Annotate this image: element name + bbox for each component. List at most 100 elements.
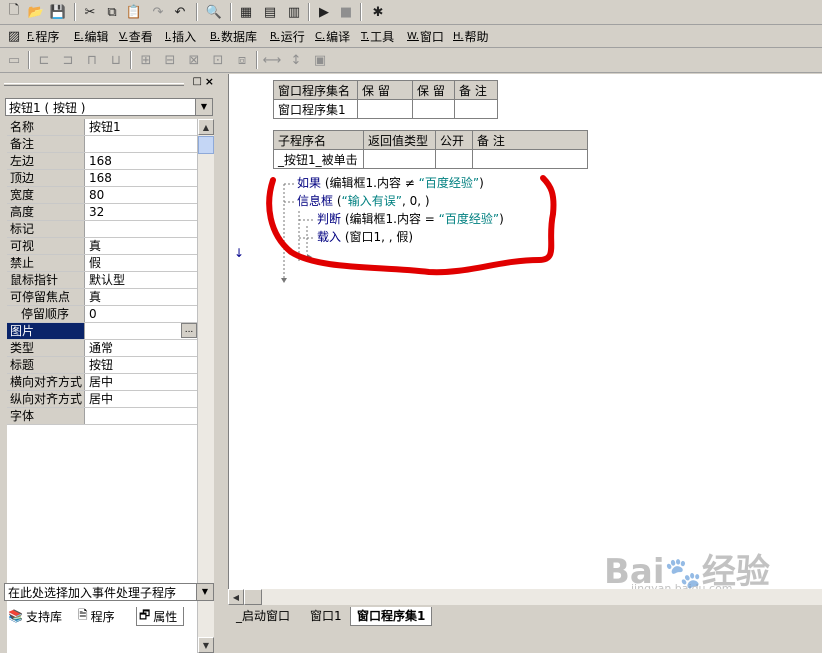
property-value[interactable]: 真 <box>87 289 197 305</box>
stop-icon[interactable]: ■ <box>336 2 356 22</box>
menu-compile[interactable]: C. 编译 <box>315 27 350 45</box>
layout-2-icon[interactable]: ▤ <box>260 2 280 22</box>
new-file-icon[interactable]: 🗋 <box>4 2 24 22</box>
close-icon[interactable]: × <box>205 75 214 88</box>
tab-window1[interactable]: 窗口1 <box>304 607 348 625</box>
property-value[interactable] <box>87 136 197 152</box>
form-grid-icon[interactable]: ▭ <box>4 50 24 70</box>
align-bottom-icon[interactable]: ⊔ <box>106 50 126 70</box>
property-row[interactable]: 停留顺序 0 <box>7 306 197 323</box>
property-name: 纵向对齐方式 <box>7 391 85 407</box>
property-row[interactable]: 横向对齐方式 居中 <box>7 374 197 391</box>
center-vertical-icon[interactable]: ⊟ <box>160 50 180 70</box>
property-row[interactable]: 禁止假 <box>7 255 197 272</box>
align-right-icon[interactable]: ⊐ <box>58 50 78 70</box>
property-row[interactable]: 标记 <box>7 221 197 238</box>
scroll-thumb[interactable] <box>244 589 262 605</box>
menu-insert[interactable]: I. 插入 <box>165 27 196 45</box>
find-icon[interactable]: 🔍 <box>204 2 224 22</box>
same-size-icon[interactable]: ⧈ <box>232 50 252 70</box>
menu-run[interactable]: R. 运行 <box>270 27 305 45</box>
space-horizontal-icon[interactable]: ⟷ <box>262 50 282 70</box>
menu-help[interactable]: H. 帮助 <box>453 27 489 45</box>
app-logo-icon: ▨ <box>7 28 21 44</box>
property-row[interactable]: 可停留焦点真 <box>7 289 197 306</box>
code-editor[interactable]: ↓ 窗口程序集名 保 留 保 留 备 注 窗口程序集1 子程序名 返回值类型 公… <box>228 74 822 595</box>
property-value[interactable]: 居中 <box>87 374 197 390</box>
tab-startup-window[interactable]: _启动窗口 <box>230 607 296 625</box>
paste-icon[interactable]: 📋 <box>124 2 144 22</box>
property-value[interactable]: 通常 <box>87 340 197 356</box>
debug-icon[interactable]: ✱ <box>368 2 388 22</box>
property-scrollbar[interactable]: ▲ ▼ <box>197 119 214 653</box>
event-selector[interactable]: 在此处选择加入事件处理子程序 ▼ <box>4 583 214 601</box>
property-row[interactable]: 字体 <box>7 408 197 425</box>
scroll-thumb[interactable] <box>198 136 214 154</box>
property-value[interactable]: 0 <box>87 306 197 322</box>
tab-properties[interactable]: 🗗 属性 <box>136 607 185 626</box>
align-left-icon[interactable]: ⊏ <box>34 50 54 70</box>
redo-icon[interactable]: ↷ <box>148 2 168 22</box>
property-value[interactable]: 168 <box>87 153 197 169</box>
save-icon[interactable]: 💾 <box>48 2 68 22</box>
scroll-up-icon[interactable]: ▲ <box>198 119 214 135</box>
pin-icon[interactable]: □ <box>193 76 202 87</box>
run-icon[interactable]: ▶ <box>314 2 334 22</box>
property-row[interactable]: 顶边 168 <box>7 170 197 187</box>
component-selector[interactable]: 按钮1 ( 按钮 ) ▼ <box>5 98 213 116</box>
open-folder-icon[interactable]: 📂 <box>26 2 46 22</box>
tab-library[interactable]: 📚 支持库 <box>8 607 62 625</box>
property-row[interactable]: 名称 按钮1 <box>7 119 197 136</box>
scroll-left-icon[interactable]: ◀ <box>228 589 244 605</box>
menu-key: T. <box>361 30 370 42</box>
browse-button[interactable]: ... <box>181 323 197 338</box>
property-value[interactable]: 168 <box>87 170 197 186</box>
undo-icon[interactable]: ↶ <box>170 2 190 22</box>
tab-window-set1[interactable]: 窗口程序集1 <box>350 607 433 626</box>
cut-icon[interactable]: ✂ <box>80 2 100 22</box>
property-row[interactable]: 备注 <box>7 136 197 153</box>
property-value[interactable]: 按钮 <box>87 357 197 373</box>
scroll-down-icon[interactable]: ▼ <box>198 637 214 653</box>
property-name: 类型 <box>7 340 85 356</box>
layout-3-icon[interactable]: ▥ <box>284 2 304 22</box>
layout-1-icon[interactable]: ▦ <box>236 2 256 22</box>
property-row[interactable]: 宽度 80 <box>7 187 197 204</box>
menu-edit[interactable]: E. 编辑 <box>74 27 109 45</box>
property-value[interactable] <box>87 221 197 237</box>
property-value[interactable]: 按钮1 <box>87 119 197 135</box>
center-horizontal-icon[interactable]: ⊞ <box>136 50 156 70</box>
property-value[interactable]: 真 <box>87 238 197 254</box>
property-row[interactable]: 高度 32 <box>7 204 197 221</box>
property-value[interactable]: 80 <box>87 187 197 203</box>
menu-database[interactable]: B. 数据库 <box>210 27 257 45</box>
property-value[interactable] <box>87 408 197 424</box>
property-row[interactable]: 鼠标指针 默认型 <box>7 272 197 289</box>
property-row[interactable]: 标题 按钮 <box>7 357 197 374</box>
bring-front-icon[interactable]: ▣ <box>310 50 330 70</box>
property-value[interactable]: 默认型 <box>87 272 197 288</box>
menu-window[interactable]: W. 窗口 <box>407 27 444 45</box>
property-value[interactable]: 假 <box>87 255 197 271</box>
property-row[interactable]: 类型 通常 <box>7 340 197 357</box>
property-value[interactable]: 32 <box>87 204 197 220</box>
tab-program[interactable]: 🗎 程序 <box>78 607 115 625</box>
chevron-down-icon[interactable]: ▼ <box>195 99 212 115</box>
align-top-icon[interactable]: ⊓ <box>82 50 102 70</box>
property-row[interactable]: 图片... <box>7 323 197 340</box>
space-vertical-icon[interactable]: ↕ <box>286 50 306 70</box>
property-row[interactable]: 纵向对齐方式 居中 <box>7 391 197 408</box>
copy-icon[interactable]: ⧉ <box>102 2 122 22</box>
property-row[interactable]: 可视真 <box>7 238 197 255</box>
same-width-icon[interactable]: ⊠ <box>184 50 204 70</box>
menu-tools[interactable]: T. 工具 <box>361 27 394 45</box>
property-row[interactable]: 左边 168 <box>7 153 197 170</box>
property-value[interactable]: 居中 <box>87 391 197 407</box>
same-height-icon[interactable]: ⊡ <box>208 50 228 70</box>
menu-program[interactable]: F. 程序 <box>27 27 59 45</box>
menu-key: B. <box>210 30 221 42</box>
property-panel: □ × 按钮1 ( 按钮 ) ▼ 名称 按钮1 备注 左边 168 顶边 168 宽度 80 高度… <box>2 74 216 653</box>
editor-horizontal-scrollbar[interactable]: ◀ <box>228 589 822 605</box>
menu-view[interactable]: V. 查看 <box>119 27 153 45</box>
chevron-down-icon[interactable]: ▼ <box>196 584 213 600</box>
